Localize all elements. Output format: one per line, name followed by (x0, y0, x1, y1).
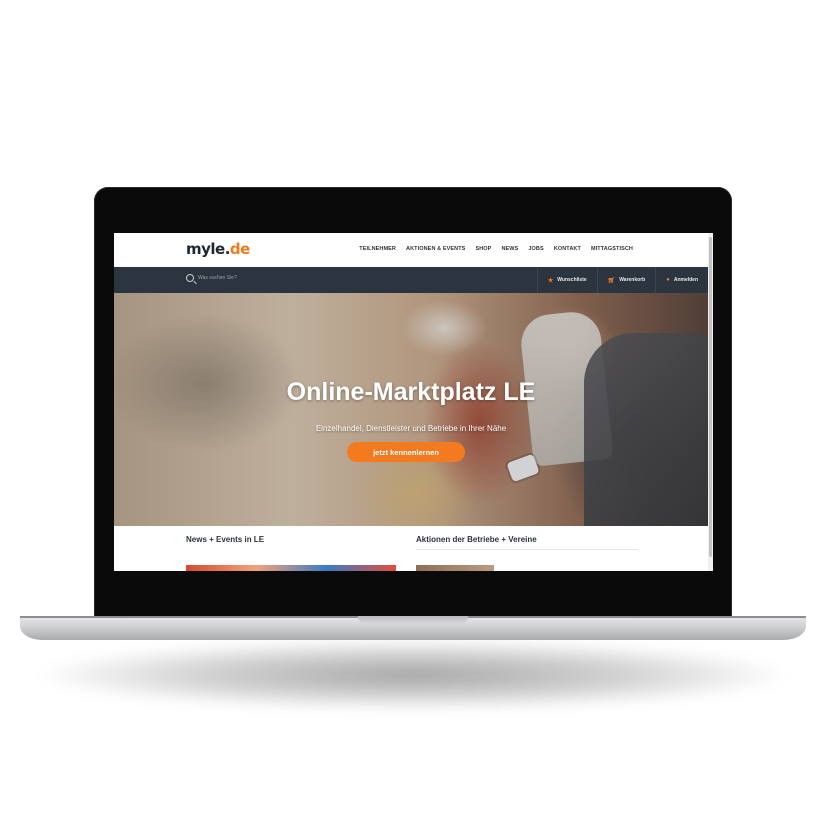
hero-title: Online-Marktplatz LE (286, 378, 536, 406)
login-label: Anmelden (673, 277, 698, 283)
nav-item-kontakt[interactable]: KONTAKT (554, 246, 581, 252)
nav-item-teilnehmer[interactable]: TEILNEHMER (359, 246, 396, 252)
nav-item-shop[interactable]: SHOP (475, 246, 491, 252)
nav-item-mittagstisch[interactable]: MITTAGSTISCH (591, 246, 633, 252)
logo-accent: de (229, 240, 250, 258)
cart-label: Warenkorb (619, 277, 646, 283)
actions-section-title: Aktionen der Betriebe + Vereine (416, 535, 537, 544)
nav-item-aktionen-events[interactable]: AKTIONEN & EVENTS (406, 246, 465, 252)
hero-banner: Online-Marktplatz LE Einzelhandel, Diens… (114, 293, 708, 526)
laptop-notch (358, 616, 468, 624)
nav-item-jobs[interactable]: JOBS (528, 246, 543, 252)
hero-overlay (114, 293, 708, 526)
content-area: News + Events in LE Aktionen der Betrieb… (114, 526, 708, 571)
scrollbar-thumb[interactable] (709, 237, 712, 557)
site-logo[interactable]: myle.de (186, 240, 250, 258)
actions-thumbnail[interactable] (416, 565, 494, 571)
wishlist-label: Wunschliste (557, 277, 587, 283)
search-box (186, 274, 278, 282)
cart-link[interactable]: 🛒︎ Warenkorb (596, 267, 656, 293)
main-nav: TEILNEHMER AKTIONEN & EVENTS SHOP NEWS J… (359, 246, 633, 252)
hero-cta-button[interactable]: jetzt kennenlernen (347, 442, 465, 462)
laptop-shadow (40, 640, 786, 710)
hero-subtitle: Einzelhandel, Dienstleister und Betriebe… (315, 424, 507, 433)
section-divider (416, 549, 638, 550)
wishlist-link[interactable]: ★ Wunschliste (536, 267, 597, 293)
nav-item-news[interactable]: NEWS (501, 246, 518, 252)
news-section-title: News + Events in LE (186, 535, 265, 544)
account-nav: ★ Wunschliste 🛒︎ Warenkorb ● Anmelden (536, 267, 708, 293)
login-link[interactable]: ● Anmelden (655, 267, 708, 293)
cart-icon: 🛒︎ (607, 277, 616, 284)
news-thumbnail[interactable] (186, 565, 396, 571)
laptop-screen: myle.de TEILNEHMER AKTIONEN & EVENTS SHO… (114, 233, 713, 571)
search-bar: ★ Wunschliste 🛒︎ Warenkorb ● Anmelden (114, 267, 708, 293)
user-icon: ● (666, 277, 670, 283)
site-header: myle.de TEILNEHMER AKTIONEN & EVENTS SHO… (114, 233, 713, 267)
search-icon[interactable] (186, 274, 194, 282)
star-icon: ★ (547, 277, 554, 284)
logo-text: myle. (186, 240, 230, 258)
mockup-stage: myle.de TEILNEHMER AKTIONEN & EVENTS SHO… (0, 0, 826, 827)
scrollbar[interactable] (708, 233, 713, 571)
search-input[interactable] (198, 275, 278, 281)
